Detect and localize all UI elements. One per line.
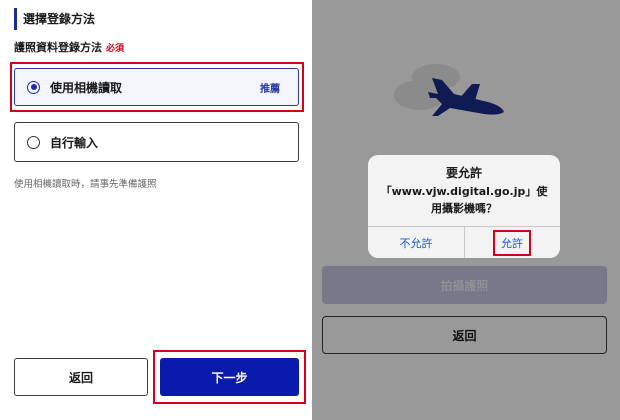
camera-permission-dialog: 要允許 「www.vjw.digital.go.jp」使用攝影機嗎？ 不允許 允… <box>368 155 560 258</box>
dialog-title: 要允許 <box>445 166 482 180</box>
passport-method-text: 護照資料登錄方法 <box>14 41 102 54</box>
option-manual-label: 自行輸入 <box>50 135 99 150</box>
login-method-panel: 選擇登錄方法 護照資料登錄方法 必須 使用相機讀取 推薦 自行輸入 使用相機讀取時… <box>0 0 312 420</box>
next-button[interactable]: 下一步 <box>160 358 299 396</box>
allow-button[interactable]: 允許 <box>493 229 531 256</box>
required-badge: 必須 <box>106 44 125 54</box>
option-camera-read[interactable]: 使用相機讀取 推薦 <box>14 68 299 106</box>
camera-permission-panel: 拍攝護照 返回 要允許 「www.vjw.digital.go.jp」使用攝影機… <box>312 0 620 420</box>
passport-method-label: 護照資料登錄方法 必須 <box>14 40 124 57</box>
option-camera-label: 使用相機讀取 <box>50 80 123 95</box>
dialog-message: 「www.vjw.digital.go.jp」使用攝影機嗎？ <box>380 185 548 215</box>
recommended-badge: 推薦 <box>260 83 280 95</box>
section-title: 選擇登錄方法 <box>14 8 95 30</box>
radio-unselected-icon[interactable] <box>27 135 40 149</box>
radio-selected-icon[interactable] <box>27 80 40 94</box>
back-button[interactable]: 返回 <box>14 358 148 396</box>
deny-button[interactable]: 不允許 <box>368 227 464 258</box>
option-manual-input[interactable]: 自行輸入 <box>14 122 299 162</box>
camera-hint-text: 使用相機讀取時，請事先準備護照 <box>14 179 157 190</box>
allow-button-area[interactable]: 允許 <box>464 227 560 258</box>
